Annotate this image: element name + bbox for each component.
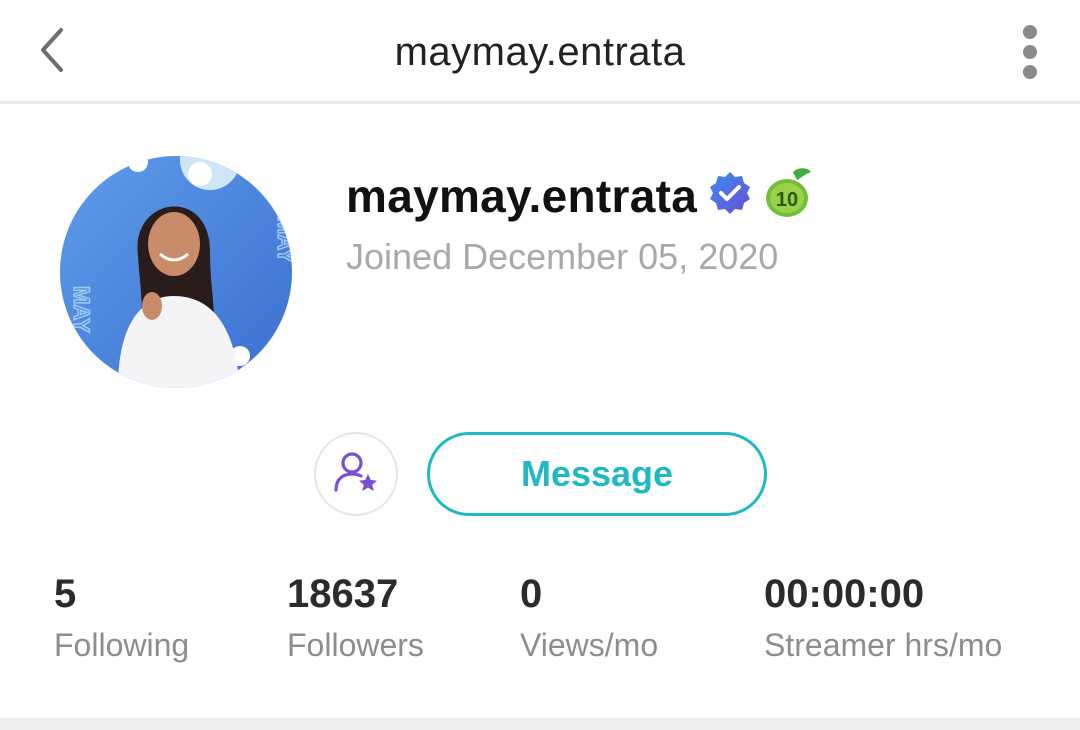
verified-badge-icon (707, 170, 753, 221)
message-button[interactable]: Message (427, 432, 767, 516)
level-number: 10 (776, 189, 798, 211)
stat-value: 18637 (287, 572, 399, 616)
page-title: maymay.entrata (394, 30, 686, 74)
stat-label: Followers (287, 627, 424, 663)
stat-label: Following (54, 627, 190, 663)
stat-value: 00:00:00 (764, 572, 925, 616)
avatar-text: MAY (69, 286, 94, 333)
vertical-dots-icon (1023, 25, 1037, 39)
vertical-dots-icon-dot (1023, 65, 1037, 79)
avatar[interactable]: MAY MAY (60, 156, 292, 388)
stat-value: 0 (520, 572, 543, 616)
stat-label: Streamer hrs/mo (764, 627, 1003, 663)
add-fan-star-icon (332, 448, 380, 501)
stat-followers[interactable]: 18637 Followers (287, 572, 424, 664)
profile-username: maymay.entrata (346, 169, 698, 222)
profile-screen: maymay.entrata MAY MAY maymay.entrata 10… (0, 0, 1080, 730)
stat-views: 0 Views/mo (520, 572, 658, 664)
stat-following[interactable]: 5 Following (54, 572, 189, 664)
stat-value: 5 (54, 572, 77, 616)
stat-streamer-hours: 00:00:00 Streamer hrs/mo (764, 572, 1002, 664)
level-badge-icon: 10 (763, 166, 813, 225)
avatar-text-right: MAY (273, 216, 292, 263)
more-options-button[interactable] (1008, 22, 1052, 82)
vertical-dots-icon-dot (1023, 45, 1037, 59)
stat-label: Views/mo (520, 627, 659, 663)
joined-date: Joined December 05, 2020 (346, 236, 779, 277)
profile-name-row: maymay.entrata 10 (346, 166, 813, 225)
fan-button[interactable] (314, 432, 398, 516)
section-divider (0, 718, 1080, 730)
top-bar: maymay.entrata (0, 0, 1080, 104)
